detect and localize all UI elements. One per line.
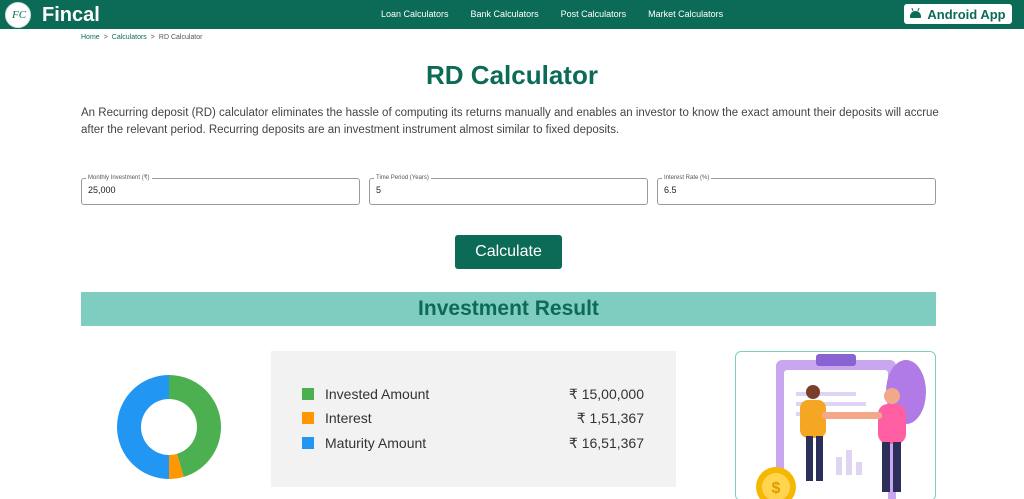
top-navbar: FC Fincal Loan Calculators Bank Calculat… [0,0,1024,29]
brand-name[interactable]: Fincal [42,2,100,28]
investment-illustration: $ [735,351,936,499]
android-icon [910,11,921,18]
main-nav: Loan Calculators Bank Calculators Post C… [370,0,734,29]
result-value-interest: ₹ 1,51,367 [577,409,644,427]
interest-rate-input[interactable] [664,185,924,195]
nav-market-calculators[interactable]: Market Calculators [637,0,734,29]
handshake-illustration: $ [736,352,936,499]
monthly-investment-input[interactable] [88,185,348,195]
result-value-invested: ₹ 15,00,000 [569,385,644,403]
calculate-button[interactable]: Calculate [455,235,562,269]
investment-result-heading: Investment Result [81,292,936,326]
interest-rate-label: Interest Rate (%) [662,174,711,183]
time-period-input[interactable] [376,185,636,195]
time-period-field: Time Period (Years) [369,178,648,205]
nav-bank-calculators[interactable]: Bank Calculators [460,0,550,29]
breadcrumb: Home > Calculators > RD Calculator [81,34,202,41]
legend-swatch-invested [302,388,314,400]
result-label-interest: Interest [325,409,372,427]
result-label-invested: Invested Amount [325,385,429,403]
result-row-invested: Invested Amount ₹ 15,00,000 [302,385,644,403]
result-row-maturity: Maturity Amount ₹ 16,51,367 [302,434,644,452]
breadcrumb-separator: > [104,34,108,41]
result-row-interest: Interest ₹ 1,51,367 [302,409,644,427]
result-donut-chart [117,375,221,479]
monthly-investment-label: Monthly Investment (₹) [86,174,152,183]
monthly-investment-field: Monthly Investment (₹) [81,178,360,205]
breadcrumb-current: RD Calculator [159,34,203,41]
donut-slice-maturity-amount [117,375,169,479]
nav-post-calculators[interactable]: Post Calculators [550,0,638,29]
breadcrumb-home[interactable]: Home [81,34,100,41]
android-app-button[interactable]: Android App [903,3,1013,25]
breadcrumb-calculators[interactable]: Calculators [112,34,147,41]
breadcrumb-separator: > [151,34,155,41]
page-description: An Recurring deposit (RD) calculator eli… [81,105,946,139]
page-title: RD Calculator [0,60,1024,91]
time-period-label: Time Period (Years) [374,174,431,183]
android-app-label: Android App [927,7,1005,22]
result-panel: Invested Amount ₹ 15,00,000 Interest ₹ 1… [271,351,676,487]
legend-swatch-interest [302,412,314,424]
legend-swatch-maturity [302,437,314,449]
nav-loan-calculators[interactable]: Loan Calculators [370,0,460,29]
logo-text: FC [6,9,32,21]
interest-rate-field: Interest Rate (%) [657,178,936,205]
svg-text:$: $ [772,480,781,497]
result-label-maturity: Maturity Amount [325,434,426,452]
result-value-maturity: ₹ 16,51,367 [569,434,644,452]
fincal-logo[interactable]: FC [5,2,31,28]
